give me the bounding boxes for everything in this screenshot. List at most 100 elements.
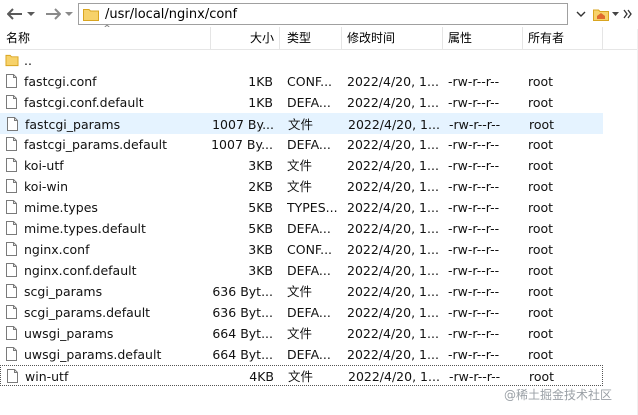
file-permissions: -rw-r--r-- (448, 158, 500, 173)
file-name: fastcgi_params (25, 117, 121, 132)
path-field[interactable]: /usr/local/nginx/conf (78, 3, 568, 25)
column-resizer[interactable] (210, 27, 211, 49)
file-size: 1007 By... (212, 117, 274, 132)
column-name[interactable]: 名称 (6, 27, 30, 49)
file-size: 1KB (248, 95, 273, 110)
file-permissions: -rw-r--r-- (448, 95, 500, 110)
file-icon (7, 369, 18, 383)
file-type (287, 50, 341, 71)
file-owner: root (528, 158, 554, 173)
column-type[interactable]: 类型 (287, 27, 311, 49)
column-mtime[interactable]: 修改时间 (347, 27, 395, 49)
file-icon (6, 326, 17, 340)
file-name: fastcgi_params.default (24, 137, 168, 152)
file-type: DEFA... (287, 95, 331, 110)
file-row[interactable]: fastcgi.conf.default 1KB DEFA... 2022/4/20,… (0, 92, 603, 113)
file-type: 文件 (288, 117, 314, 132)
column-owner[interactable]: 所有者 (528, 27, 564, 49)
file-type: DEFA... (287, 137, 331, 152)
file-modified-time: 2022/4/20, 1... (348, 117, 440, 132)
file-icon (6, 221, 17, 235)
file-row[interactable]: koi-win 2KB 文件 2022/4/20, 1... -rw-r--r-- roo… (0, 176, 603, 197)
file-permissions: -rw-r--r-- (448, 347, 500, 362)
column-size[interactable]: 大小 (250, 27, 274, 49)
forward-button[interactable] (42, 4, 64, 24)
file-size: 1007 By... (211, 137, 273, 152)
file-row[interactable]: nginx.conf 3KB CONF... 2022/4/20, 1... -rw-r… (0, 239, 603, 260)
file-row[interactable]: mime.types 5KB TYPES... 2022/4/20, 1... -rw-… (0, 197, 603, 218)
file-name: nginx.conf.default (24, 263, 137, 278)
file-type: DEFA... (287, 347, 331, 362)
file-row[interactable]: uwsgi_params.default 664 Byt... DEFA... 202… (0, 344, 603, 365)
file-owner: root (528, 284, 554, 299)
back-button[interactable] (4, 4, 26, 24)
file-owner: root (528, 263, 554, 278)
parent-folder-row[interactable]: .. (0, 50, 603, 71)
file-icon (6, 347, 17, 361)
file-name: mime.types.default (24, 221, 146, 236)
column-resizer[interactable] (279, 27, 280, 49)
file-owner (528, 50, 598, 71)
folder-icon (5, 54, 19, 67)
file-size: 636 Byt... (212, 284, 273, 299)
path-history-dropdown[interactable] (574, 5, 588, 23)
back-history-dropdown[interactable] (25, 4, 37, 24)
file-permissions: -rw-r--r-- (448, 284, 500, 299)
file-row[interactable]: mime.types.default 5KB DEFA... 2022/4/20, 1… (0, 218, 603, 239)
file-icon (6, 179, 17, 193)
file-size: 4KB (249, 369, 274, 384)
file-row[interactable]: fastcgi.conf 1KB CONF... 2022/4/20, 1... -rw… (0, 71, 603, 92)
path-text: /usr/local/nginx/conf (105, 6, 238, 22)
file-owner: root (528, 326, 554, 341)
file-row[interactable]: nginx.conf.default 3KB DEFA... 2022/4/20, 1… (0, 260, 603, 281)
file-modified-time: 2022/4/20, 1... (347, 158, 439, 173)
file-modified-time: 2022/4/20, 1... (347, 347, 439, 362)
file-modified-time: 2022/4/20, 1... (347, 242, 439, 257)
file-size (205, 50, 273, 71)
file-row[interactable]: uwsgi_params 664 Byt... 文件 2022/4/20, 1... -… (0, 323, 603, 344)
file-permissions: -rw-r--r-- (449, 117, 501, 132)
file-row[interactable]: scgi_params.default 636 Byt... DEFA... 2022… (0, 302, 603, 323)
folder-icon (83, 9, 99, 21)
column-resizer[interactable] (522, 27, 523, 49)
file-type: 文件 (287, 158, 313, 173)
file-name: fastcgi.conf.default (24, 95, 144, 110)
home-folder-icon (593, 9, 609, 21)
file-icon (6, 74, 17, 88)
file-size: 5KB (248, 200, 273, 215)
file-modified-time: 2022/4/20, 1... (347, 200, 439, 215)
home-folder-button[interactable] (592, 4, 610, 24)
toolbar-overflow-button[interactable] (620, 4, 636, 24)
column-resizer[interactable] (442, 27, 443, 49)
arrow-right-icon (46, 8, 61, 20)
column-resizer[interactable] (602, 27, 603, 49)
file-owner: root (529, 369, 555, 384)
file-permissions: -rw-r--r-- (448, 74, 500, 89)
file-size: 3KB (248, 242, 273, 257)
file-name: fastcgi.conf (24, 74, 97, 89)
forward-history-dropdown[interactable] (63, 4, 75, 24)
arrow-left-icon (7, 8, 22, 20)
file-permissions: -rw-r--r-- (449, 369, 501, 384)
file-icon (6, 263, 17, 277)
file-row[interactable]: win-utf 4KB 文件 2022/4/20, 1... -rw-r--r-- roo… (0, 365, 603, 386)
home-dropdown[interactable] (610, 4, 620, 24)
file-modified-time: 2022/4/20, 1... (347, 137, 439, 152)
chevron-down-icon (65, 12, 73, 16)
file-permissions (448, 50, 522, 71)
file-row[interactable]: scgi_params 636 Byt... 文件 2022/4/20, 1... -r… (0, 281, 603, 302)
file-name: mime.types (24, 200, 98, 215)
column-attr[interactable]: 属性 (448, 27, 472, 49)
file-size: 3KB (248, 158, 273, 173)
file-modified-time: 2022/4/20, 1... (347, 74, 439, 89)
file-modified-time: 2022/4/20, 1... (347, 284, 439, 299)
column-resizer[interactable] (341, 27, 342, 49)
file-row[interactable]: fastcgi_params.default 1007 By... DEFA... 2… (0, 134, 603, 155)
column-header: 名称 大小 类型 修改时间 属性 所有者 (0, 27, 638, 50)
file-row[interactable]: koi-utf 3KB 文件 2022/4/20, 1... -rw-r--r-- roo… (0, 155, 603, 176)
file-owner: root (528, 179, 554, 194)
file-owner: root (528, 200, 554, 215)
file-type: DEFA... (287, 221, 331, 236)
file-name: koi-win (24, 179, 69, 194)
file-row[interactable]: fastcgi_params 1007 By... 文件 2022/4/20, 1..… (0, 113, 603, 134)
